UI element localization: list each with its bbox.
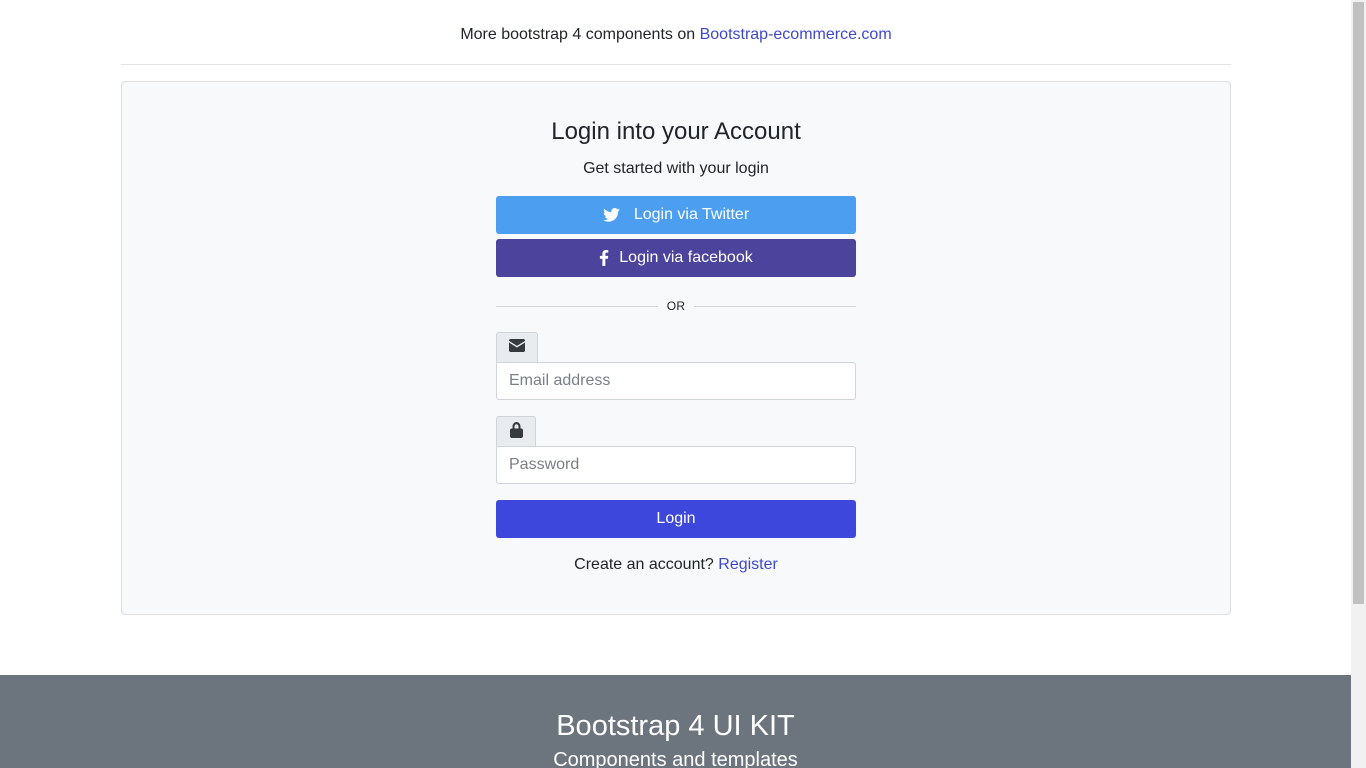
login-facebook-label: Login via facebook [619,249,753,266]
login-subtitle: Get started with your login [583,160,769,177]
footer-subtitle: Components and templates [553,749,798,768]
email-icon-addon [496,332,538,363]
twitter-icon [602,208,620,222]
password-field[interactable] [496,446,856,484]
or-text: OR [666,299,686,313]
login-button[interactable]: Login [496,500,856,538]
bootstrap-ecommerce-link[interactable]: Bootstrap-ecommerce.com [700,26,892,43]
register-line: Create an account? Register [122,555,1230,575]
register-link[interactable]: Register [718,556,778,573]
or-line-left [496,305,658,307]
top-note: More bootstrap 4 components on Bootstrap… [121,25,1231,45]
footer: Bootstrap 4 UI KIT Components and templa… [0,675,1351,768]
footer-title: Bootstrap 4 UI KIT [556,710,795,742]
login-button-label: Login [656,510,696,527]
register-prompt: Create an account? [574,556,714,573]
login-title: Login into your Account [551,118,801,145]
facebook-icon [599,250,609,266]
email-field[interactable] [496,362,856,400]
vertical-scrollbar[interactable] [1351,0,1366,768]
password-icon-addon [496,416,536,447]
lock-icon [509,421,523,443]
login-twitter-label: Login via Twitter [633,206,750,223]
login-card: Login into your Account Get started with… [121,81,1231,615]
or-line-right [694,305,857,307]
top-divider [121,64,1231,65]
or-divider: OR [496,298,857,314]
page: More bootstrap 4 components on Bootstrap… [0,0,1351,768]
envelope-icon [509,339,525,357]
login-twitter-button[interactable]: Login via Twitter [496,196,856,234]
scrollbar-thumb[interactable] [1353,2,1364,604]
top-note-text: More bootstrap 4 components on [460,26,696,43]
login-facebook-button[interactable]: Login via facebook [496,239,856,277]
